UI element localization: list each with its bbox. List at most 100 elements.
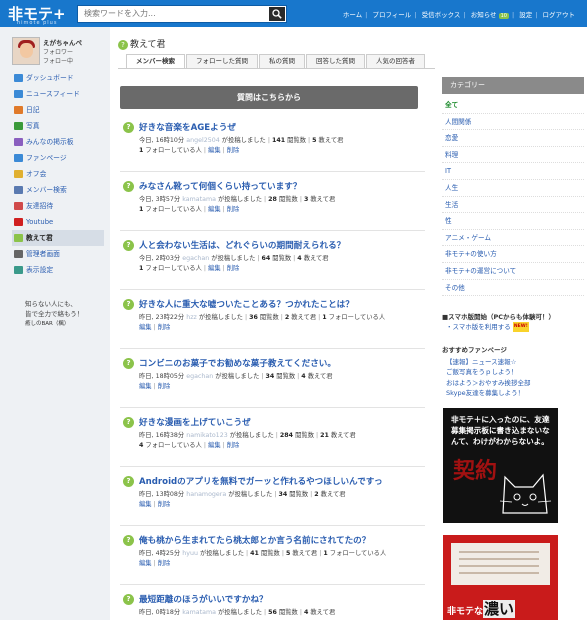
- question-title[interactable]: 最短距離のほうがいいですかね？: [139, 593, 268, 605]
- delete-link[interactable]: 削除: [158, 560, 171, 567]
- sidebar-item-invite[interactable]: 友達招待: [12, 198, 104, 214]
- question-title[interactable]: 好きな漫画を上げていこうぜ: [139, 416, 251, 428]
- recommended-fanpages: おすすめファンページ 【速報】ニュース速報☆ ご飯写真をうｐしよう！ おはよう＞…: [442, 345, 587, 399]
- sidebar-item-label: 友達招待: [26, 202, 54, 210]
- category-item[interactable]: アニメ・ゲーム: [442, 230, 584, 247]
- question-author[interactable]: hyuu: [182, 550, 198, 557]
- edit-link[interactable]: 編集: [208, 206, 221, 213]
- edit-link[interactable]: 編集: [208, 265, 221, 272]
- following-link[interactable]: フォロー中: [43, 56, 73, 65]
- sidebar-item-oshiete[interactable]: 教えて君: [12, 230, 104, 246]
- question-author[interactable]: namikato123: [186, 432, 227, 439]
- question-author[interactable]: hanamogera: [186, 491, 226, 498]
- question-title[interactable]: 好きな音楽をAGEようぜ: [139, 121, 236, 133]
- category-item[interactable]: IT: [442, 163, 584, 180]
- profile-name[interactable]: えがちゃんぺ: [43, 37, 82, 47]
- edit-link[interactable]: 編集: [139, 501, 152, 508]
- delete-link[interactable]: 削除: [227, 442, 240, 449]
- edit-link[interactable]: 編集: [139, 324, 152, 331]
- page-title: ? 教えて君: [118, 37, 166, 50]
- edit-link[interactable]: 編集: [208, 442, 221, 449]
- ad-banner-board[interactable]: 非モテ＋に入ったのに、友達募集掲示板に書き込まないなんて、わけがわからないよ。 …: [443, 408, 558, 523]
- sidebar-item-admin[interactable]: 管理者画面: [12, 246, 104, 262]
- sidebar-item-member-search[interactable]: メンバー検索: [12, 182, 104, 198]
- sidebar-item-display-settings[interactable]: 表示設定: [12, 262, 104, 278]
- delete-link[interactable]: 削除: [158, 383, 171, 390]
- question-author[interactable]: egachan: [182, 255, 209, 262]
- sidebar-item-youtube[interactable]: Youtube: [12, 214, 104, 230]
- category-item[interactable]: 非モテ+の運営について: [442, 263, 584, 280]
- left-sidebar: えがちゃんぺ フォロワー フォロー中 ダッシュボード ニュースフィード 日記 写…: [0, 27, 110, 620]
- nav-notices[interactable]: お知らせ: [471, 11, 497, 19]
- question-meta: 昨日, 0時18分 kamatama が投稿しました | 56 閲覧数 | 4 教えて君: [139, 609, 336, 616]
- edit-link[interactable]: 編集: [208, 147, 221, 154]
- ad-banner-himote[interactable]: 非モテな濃い: [443, 535, 558, 620]
- question-actions: 編集 | 削除: [139, 560, 171, 567]
- list-item: ? Androidのアプリを無料でガーッと作れるやつほしいんですっ 昨日, 13…: [120, 467, 425, 526]
- category-item[interactable]: 生活: [442, 197, 584, 214]
- question-author[interactable]: kamatama: [182, 196, 216, 203]
- fanpage-link[interactable]: 【速報】ニュース速報☆: [442, 357, 587, 368]
- sidebar-item-offkai[interactable]: オフ会: [12, 166, 104, 182]
- delete-link[interactable]: 削除: [227, 265, 240, 272]
- question-author[interactable]: hzz: [186, 314, 197, 321]
- sidebar-item-label: 管理者画面: [26, 250, 60, 258]
- nav-logout[interactable]: ログアウト: [543, 11, 576, 19]
- delete-link[interactable]: 削除: [227, 147, 240, 154]
- category-item[interactable]: 非モテ+の使い方: [442, 246, 584, 263]
- question-title[interactable]: 好きな人に重大な嘘ついたことある？つかれたことは？: [139, 298, 354, 310]
- tab-my-questions[interactable]: 私の質問: [259, 54, 305, 69]
- sidebar-item-fanpage[interactable]: ファンページ: [12, 150, 104, 166]
- tab-followed-questions[interactable]: フォローした質問: [186, 54, 258, 69]
- smartphone-link[interactable]: ・スマホ版を利用する: [446, 323, 511, 331]
- fanpage-link[interactable]: Skype友達を募集しよう！: [442, 388, 587, 399]
- category-item[interactable]: 人間関係: [442, 114, 584, 131]
- edit-link[interactable]: 編集: [139, 383, 152, 390]
- nav-settings[interactable]: 設定: [519, 11, 532, 19]
- category-item[interactable]: 人生: [442, 180, 584, 197]
- sidebar-item-newsfeed[interactable]: ニュースフィード: [12, 86, 104, 102]
- category-item[interactable]: その他: [442, 280, 584, 297]
- search-icon: [272, 9, 282, 19]
- side-note-line1: 知らない人にも、: [25, 300, 77, 308]
- edit-link[interactable]: 編集: [139, 560, 152, 567]
- search-button[interactable]: [269, 7, 285, 21]
- follower-link[interactable]: フォロワー: [43, 47, 73, 56]
- category-all[interactable]: 全て: [442, 97, 584, 114]
- sidebar-item-diary[interactable]: 日記: [12, 102, 104, 118]
- sidebar-item-board[interactable]: みんなの掲示板: [12, 134, 104, 150]
- nav-inbox[interactable]: 受信ボックス: [422, 11, 461, 19]
- fanpage-link[interactable]: ご飯写真をうｐしよう！: [442, 367, 587, 378]
- fanpage-link[interactable]: おはよう＞おやすみ挨拶全部: [442, 378, 587, 389]
- delete-link[interactable]: 削除: [158, 324, 171, 331]
- question-title[interactable]: 俺も桃から生まれてたら桃太郎とか言う名前にされてたの？: [139, 534, 370, 546]
- invite-icon: [14, 202, 23, 210]
- category-item[interactable]: 料理: [442, 147, 584, 164]
- avatar[interactable]: [12, 37, 40, 65]
- question-author[interactable]: angel2504: [186, 137, 220, 144]
- question-title[interactable]: Androidのアプリを無料でガーッと作れるやつほしいんですっ: [139, 475, 383, 487]
- question-author[interactable]: egachan: [186, 373, 213, 380]
- sidebar-item-dashboard[interactable]: ダッシュボード: [12, 70, 104, 86]
- tab-popular-answerers[interactable]: 人気の回答者: [366, 54, 425, 69]
- question-title[interactable]: みなさん靴って何個くらい持っています？: [139, 180, 301, 192]
- ask-question-button[interactable]: 質問はこちらから: [120, 86, 418, 109]
- question-list: ? 好きな音楽をAGEようぜ 今日, 16時10分 angel2504 が投稿し…: [120, 113, 425, 620]
- sidebar-item-photos[interactable]: 写真: [12, 118, 104, 134]
- side-note-link[interactable]: 癒しのBAR（楓）: [25, 319, 83, 329]
- question-title[interactable]: コンビニのお菓子でお勧めな菓子教えてください。: [139, 357, 336, 369]
- fanpages-title: おすすめファンページ: [442, 346, 507, 354]
- delete-link[interactable]: 削除: [158, 501, 171, 508]
- tab-answered-questions[interactable]: 回答した質問: [306, 54, 365, 69]
- category-item[interactable]: 恋愛: [442, 130, 584, 147]
- category-item[interactable]: 性: [442, 213, 584, 230]
- question-author[interactable]: kamatama: [182, 609, 216, 616]
- question-title[interactable]: 人と会わない生活は、どれぐらいの期間耐えられる？: [139, 239, 345, 251]
- nav-home[interactable]: ホーム: [343, 11, 362, 19]
- smartphone-title: ■スマホ版開始（PCからも体験可！）: [442, 313, 555, 321]
- search-input[interactable]: [84, 9, 254, 18]
- tab-member-search[interactable]: メンバー検索: [126, 54, 185, 69]
- delete-link[interactable]: 削除: [227, 206, 240, 213]
- sidebar-menu: ダッシュボード ニュースフィード 日記 写真 みんなの掲示板 ファンページ オフ…: [12, 70, 104, 278]
- nav-profile[interactable]: プロフィール: [372, 11, 411, 19]
